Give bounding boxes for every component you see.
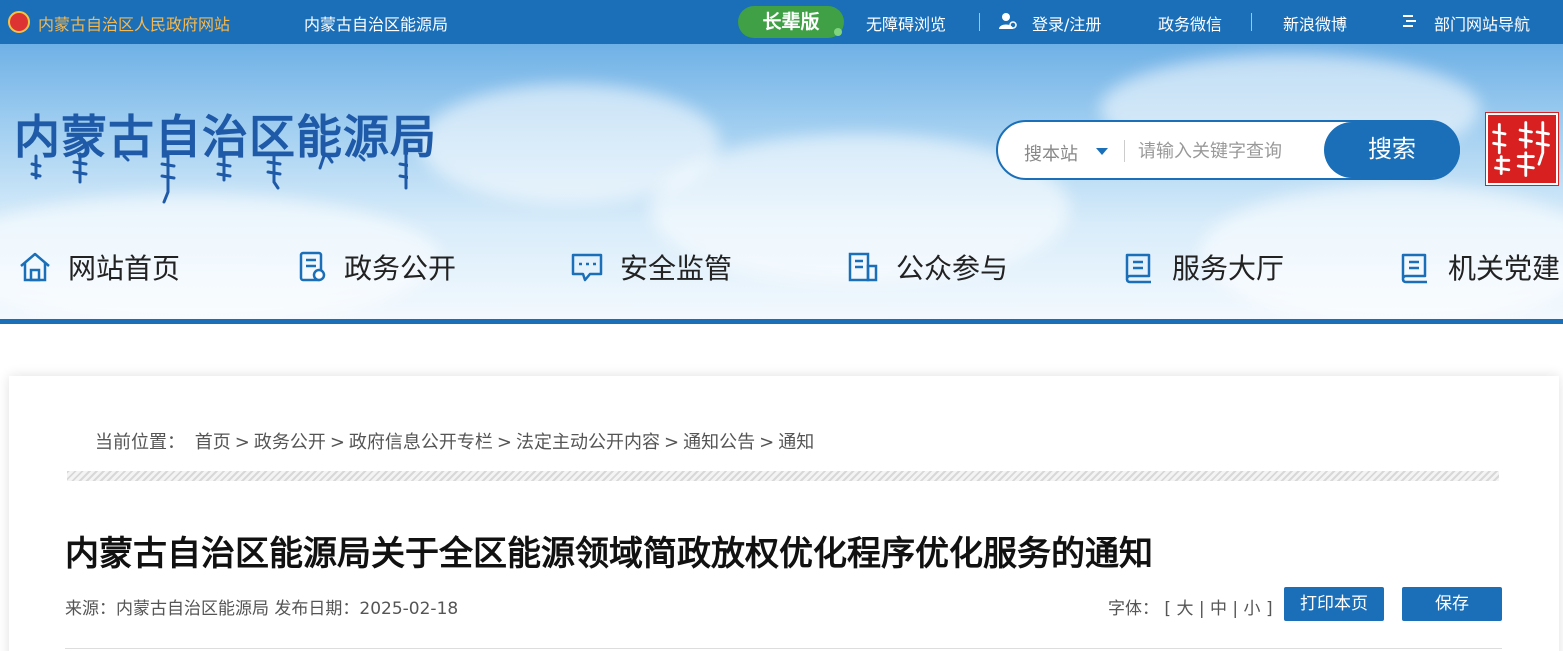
search-scope-select[interactable]: 搜本站 (1024, 140, 1078, 166)
breadcrumb-notice[interactable]: 通知 (778, 432, 814, 453)
breadcrumb-home[interactable]: 首页 (195, 432, 231, 453)
breadcrumb-statutory[interactable]: 法定主动公开内容 (516, 432, 660, 453)
breadcrumb-gov-affairs[interactable]: 政务公开 (254, 432, 326, 453)
breadcrumb-info-column[interactable]: 政府信息公开专栏 (349, 432, 493, 453)
divider (1251, 13, 1252, 31)
nav-label: 服务大厅 (1172, 252, 1285, 285)
elder-mode-button[interactable]: 长辈版 (738, 6, 844, 38)
meta-divider (65, 648, 1502, 649)
article-meta: 来源：内蒙古自治区能源局 发布日期：2025-02-18 (65, 594, 458, 619)
nav-gov-affairs[interactable]: 政务公开 (298, 247, 456, 287)
elder-mode-dot-icon (834, 28, 842, 36)
nav-label: 安全监管 (620, 252, 733, 285)
breadcrumb-announcements[interactable]: 通知公告 (683, 432, 755, 453)
date-label: 发布日期： (274, 599, 360, 619)
breadcrumb-label: 当前位置： (95, 432, 185, 453)
font-size-large[interactable]: 大 (1176, 599, 1193, 619)
weibo-link[interactable]: 新浪微博 (1283, 11, 1347, 35)
chat-icon (571, 253, 603, 282)
breadcrumb-separator: > (664, 432, 680, 453)
bracket: ] (1265, 599, 1273, 619)
energy-bureau-link[interactable]: 内蒙古自治区能源局 (304, 11, 448, 35)
gov-portal-link[interactable]: 内蒙古自治区人民政府网站 (38, 11, 230, 35)
nav-label: 公众参与 (896, 252, 1009, 285)
font-size-label: 字体： (1108, 599, 1159, 619)
mongolian-script-logo (30, 152, 408, 204)
breadcrumb-separator: > (496, 432, 513, 453)
elder-mode-label: 长辈版 (762, 11, 820, 33)
source-value: 内蒙古自治区能源局 (116, 599, 269, 619)
book-icon (1401, 253, 1427, 284)
nav-underline (0, 319, 1563, 324)
nav-safety[interactable]: 安全监管 (570, 247, 732, 287)
top-bar: 内蒙古自治区人民政府网站 内蒙古自治区能源局 长辈版 无障碍浏览 登录/注册 政… (0, 0, 1563, 44)
building-icon (848, 252, 878, 282)
article-title: 内蒙古自治区能源局关于全区能源领域简政放权优化程序优化服务的通知 (65, 534, 1153, 574)
nav-service-hall[interactable]: 服务大厅 (1122, 247, 1284, 287)
header-banner: 内蒙古自治区能源局 搜本站 搜索 (0, 44, 1563, 320)
breadcrumb-separator: > (759, 432, 775, 453)
nav-participation[interactable]: 公众参与 (846, 247, 1008, 287)
dept-nav-link[interactable]: 部门网站导航 (1434, 11, 1530, 35)
home-icon (20, 252, 50, 282)
nav-label: 机关党建 (1448, 252, 1561, 285)
user-icon (999, 13, 1017, 29)
font-size-control: 字体： [ 大 | 中 | 小 ] (1108, 594, 1273, 619)
breadcrumb-separator: > (234, 432, 250, 453)
search-input[interactable] (1138, 136, 1318, 166)
book-icon (1125, 253, 1151, 284)
accessibility-link[interactable]: 无障碍浏览 (866, 11, 946, 35)
separator: | (1232, 599, 1239, 619)
nav-party-building[interactable]: 机关党建 (1398, 247, 1560, 287)
hatched-divider (67, 471, 1499, 481)
separator: | (1198, 599, 1205, 619)
national-emblem-icon (8, 11, 30, 33)
breadcrumb-separator: > (329, 432, 345, 453)
chevron-down-icon[interactable] (1096, 148, 1108, 155)
mongolian-seal-logo (1485, 112, 1559, 186)
document-icon (299, 251, 326, 282)
wechat-link[interactable]: 政务微信 (1158, 11, 1222, 35)
search-button[interactable]: 搜索 (1324, 122, 1460, 178)
bracket: [ (1164, 599, 1172, 619)
login-register-link[interactable]: 登录/注册 (1032, 11, 1101, 35)
breadcrumb: 当前位置： 首页 > 政务公开 > 政府信息公开专栏 > 法定主动公开内容 > 通知公告 > 通知 (95, 428, 814, 454)
save-button[interactable]: 保存 (1402, 587, 1502, 621)
font-size-medium[interactable]: 中 (1210, 599, 1227, 619)
search-box: 搜本站 搜索 (996, 120, 1460, 180)
divider (1124, 140, 1125, 162)
font-size-small[interactable]: 小 (1244, 599, 1261, 619)
date-value: 2025-02-18 (359, 599, 459, 619)
print-button[interactable]: 打印本页 (1284, 587, 1384, 621)
nav-label: 政务公开 (344, 252, 457, 285)
source-label: 来源： (65, 599, 116, 619)
nav-home[interactable]: 网站首页 (18, 247, 180, 287)
menu-icon (1403, 15, 1416, 27)
nav-label: 网站首页 (68, 252, 181, 285)
divider (979, 13, 980, 31)
